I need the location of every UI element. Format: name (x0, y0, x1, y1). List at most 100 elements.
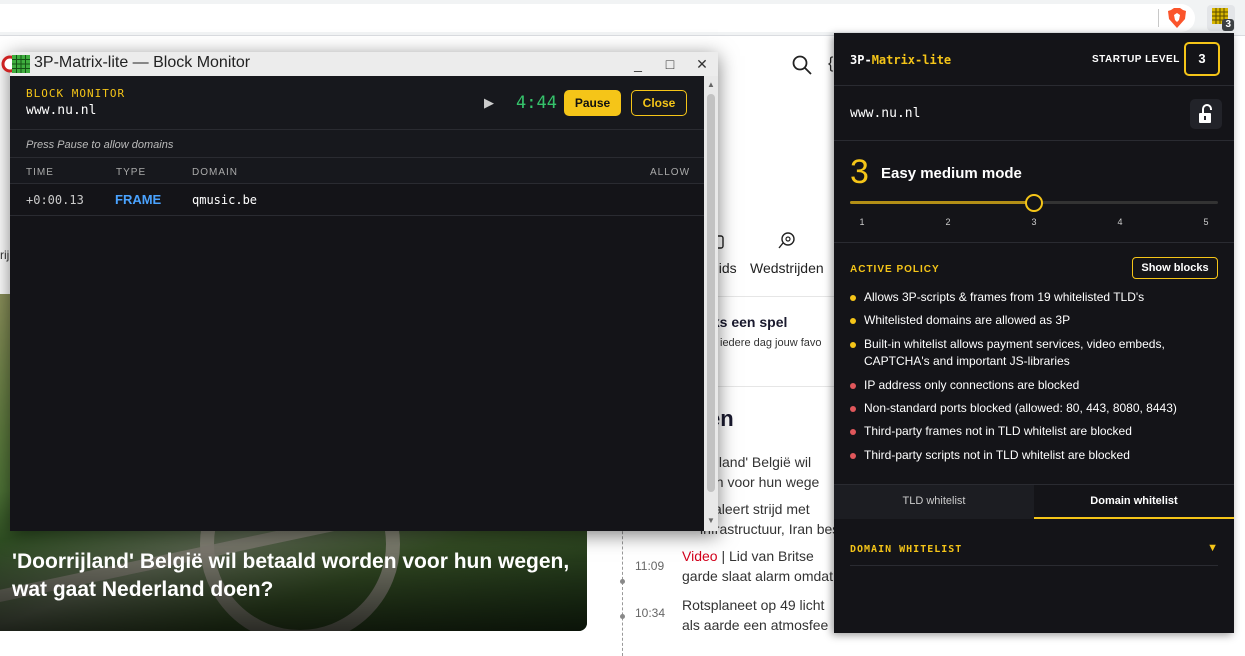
minimize-icon[interactable]: _ (628, 54, 648, 74)
pause-button[interactable]: Pause (564, 90, 621, 116)
brave-shield-icon[interactable] (1168, 8, 1186, 28)
unlock-icon (1199, 104, 1212, 123)
policy-text: Allows 3P-scripts & frames from 19 white… (864, 290, 1145, 304)
news-item[interactable]: Rotsplaneet op 49 licht als aarde een atm… (682, 595, 828, 635)
scrollbar-thumb[interactable] (707, 94, 715, 492)
whitelist-tabs: TLD whitelist Domain whitelist (834, 485, 1234, 519)
promo-title[interactable]: jks een spel (708, 314, 787, 330)
mode-number: 3 (850, 153, 869, 191)
policy-item: IP address only connections are blocked (850, 377, 1219, 394)
divider (700, 296, 834, 297)
policy-item: Built-in whitelist allows payment servic… (850, 336, 1219, 370)
domain-whitelist-header[interactable]: DOMAIN WHITELIST ▼ (850, 536, 1218, 566)
news-timeline (622, 516, 623, 656)
block-bullet-icon (850, 453, 856, 459)
slider-tick[interactable]: 1 (852, 217, 872, 227)
monitor-hint: Press Pause to allow domains (10, 130, 704, 158)
address-bar[interactable] (0, 4, 1195, 32)
mode-section: 3 Easy medium mode 1 2 3 4 5 (834, 141, 1234, 243)
slider-tick[interactable]: 3 (1024, 217, 1044, 227)
extension-button[interactable]: 3 (1207, 5, 1235, 31)
policy-text: Built-in whitelist allows payment servic… (864, 337, 1165, 368)
window-titlebar[interactable]: 3P-Matrix-lite — Block Monitor _ □ ✕ (1, 52, 718, 76)
policy-title: ACTIVE POLICY (850, 264, 940, 275)
video-tag: Video (682, 548, 718, 564)
app-icon (1, 55, 30, 73)
allow-bullet-icon (850, 318, 856, 324)
chevron-down-icon[interactable]: ▼ (1207, 542, 1218, 554)
policy-text: Third-party scripts not in TLD whitelist… (864, 448, 1130, 462)
block-bullet-icon (850, 406, 856, 412)
browser-toolbar: 3 (0, 0, 1245, 36)
timeline-dot (620, 614, 625, 619)
popup-header: 3P-Matrix-lite STARTUP LEVEL 3 (834, 33, 1234, 86)
slider-tick[interactable]: 5 (1196, 217, 1216, 227)
startup-level-label: STARTUP LEVEL (1092, 54, 1180, 65)
block-bullet-icon (850, 429, 856, 435)
close-button[interactable]: Close (631, 90, 687, 116)
col-allow: ALLOW (650, 167, 691, 178)
policy-item: Whitelisted domains are allowed as 3P (850, 312, 1219, 329)
monitor-label: BLOCK MONITOR (26, 87, 126, 100)
row-domain: qmusic.be (192, 193, 258, 207)
policy-item: Allows 3P-scripts & frames from 19 white… (850, 289, 1219, 306)
news-item[interactable]: scaleert strijd met infrastructuur, Iran … (700, 499, 843, 539)
contest-icon[interactable] (777, 230, 797, 250)
policy-text: Whitelisted domains are allowed as 3P (864, 313, 1071, 327)
level-slider[interactable] (850, 194, 1218, 212)
divider (700, 386, 834, 387)
extension-badge: 3 (1222, 19, 1234, 31)
maximize-icon[interactable]: □ (660, 54, 680, 74)
news-time: 11:09 (635, 559, 665, 573)
mode-name: Easy medium mode (881, 165, 1022, 182)
slider-knob[interactable] (1025, 194, 1043, 212)
search-icon[interactable] (792, 55, 812, 75)
unlock-button[interactable] (1190, 99, 1222, 129)
site-domain: www.nu.nl (850, 106, 921, 121)
popup-brand: 3P-Matrix-lite (850, 53, 952, 67)
policy-text: Third-party frames not in TLD whitelist … (864, 424, 1132, 438)
page-fragment-text: rij (0, 248, 10, 262)
policy-text: Non-standard ports blocked (allowed: 80,… (864, 401, 1177, 415)
show-blocks-button[interactable]: Show blocks (1132, 257, 1218, 279)
scrollbar[interactable]: ▲ ▼ (704, 76, 718, 531)
monitor-timer: 4:44 (516, 93, 557, 113)
col-domain: DOMAIN (192, 167, 238, 178)
settings-icon[interactable]: { (828, 55, 833, 73)
slider-tick[interactable]: 2 (938, 217, 958, 227)
monitor-domain: www.nu.nl (26, 103, 97, 118)
startup-level-value[interactable]: 3 (1184, 42, 1220, 76)
play-icon[interactable]: ▶ (484, 95, 494, 111)
news-time: 10:34 (635, 606, 666, 620)
site-row: www.nu.nl (834, 86, 1234, 141)
block-monitor-window: 3P-Matrix-lite — Block Monitor _ □ ✕ BLO… (1, 52, 718, 531)
row-time: +0:00.13 (26, 193, 84, 207)
block-bullet-icon (850, 383, 856, 389)
row-type: FRAME (115, 192, 162, 207)
table-row[interactable]: +0:00.13 FRAME qmusic.be (10, 184, 704, 216)
allow-bullet-icon (850, 342, 856, 348)
timeline-dot (620, 579, 625, 584)
extension-popup: 3P-Matrix-lite STARTUP LEVEL 3 www.nu.nl… (834, 33, 1234, 633)
news-item[interactable]: Video | Lid van Britse garde slaat alarm… (682, 546, 833, 586)
nav-label-wedstrijden[interactable]: Wedstrijden (750, 260, 824, 276)
slider-fill (850, 201, 1034, 204)
policy-item: Third-party scripts not in TLD whitelist… (850, 447, 1219, 464)
col-type: TYPE (116, 167, 147, 178)
slider-tick[interactable]: 4 (1110, 217, 1130, 227)
policy-item: Non-standard ports blocked (allowed: 80,… (850, 400, 1219, 417)
toolbar-separator (1158, 9, 1159, 27)
policy-text: IP address only connections are blocked (864, 378, 1080, 392)
active-policy-section: ACTIVE POLICY Show blocks Allows 3P-scri… (834, 243, 1234, 485)
photo-headline[interactable]: 'Doorrijland' België wil betaald worden … (12, 548, 572, 604)
allow-bullet-icon (850, 295, 856, 301)
tab-domain-whitelist[interactable]: Domain whitelist (1034, 485, 1234, 519)
policy-item: Third-party frames not in TLD whitelist … (850, 423, 1219, 440)
tab-tld-whitelist[interactable]: TLD whitelist (834, 485, 1034, 519)
news-item[interactable]: rijland' België wil en voor hun wege (708, 452, 819, 492)
close-window-icon[interactable]: ✕ (692, 54, 712, 74)
col-time: TIME (26, 167, 54, 178)
window-title: 3P-Matrix-lite — Block Monitor (34, 54, 251, 71)
domain-whitelist-title: DOMAIN WHITELIST (850, 544, 963, 555)
monitor-header: BLOCK MONITOR www.nu.nl ▶ 4:44 Pause Clo… (10, 76, 704, 130)
